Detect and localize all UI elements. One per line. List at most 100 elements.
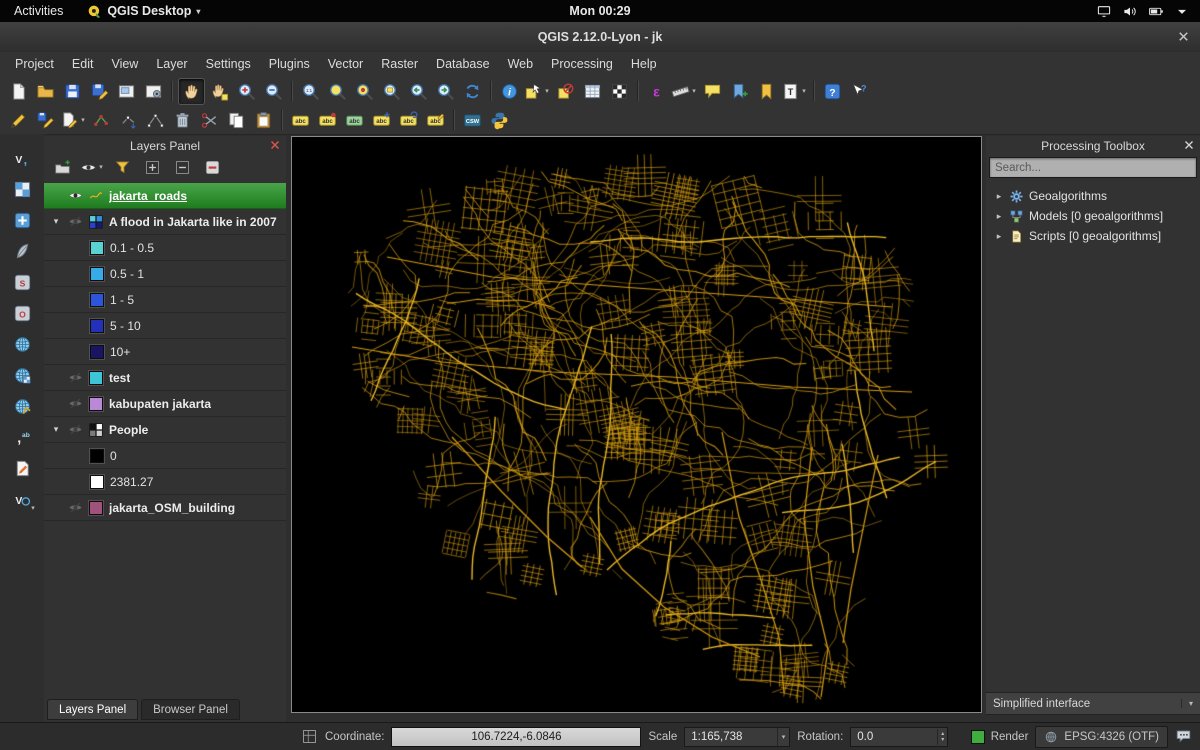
chevron-down-icon[interactable]: ▾ bbox=[777, 728, 790, 746]
add-postgis-layer-button[interactable] bbox=[9, 208, 35, 232]
show-bookmarks-button[interactable] bbox=[754, 79, 779, 104]
whats-this-button[interactable]: ? bbox=[847, 79, 872, 104]
toggle-editing-button[interactable] bbox=[6, 108, 31, 133]
zoom-to-selection-button[interactable] bbox=[352, 79, 377, 104]
add-wcs-layer-button[interactable] bbox=[9, 363, 35, 387]
expander-icon[interactable]: ▸ bbox=[994, 211, 1004, 222]
scale-combobox[interactable]: 1:165,738 ▾ bbox=[684, 727, 790, 747]
clock[interactable]: Mon 00:29 bbox=[569, 4, 630, 18]
spinner-arrows-icon[interactable]: ▴▾ bbox=[937, 729, 947, 745]
menu-database[interactable]: Database bbox=[427, 52, 499, 76]
refresh-map-button[interactable] bbox=[460, 79, 485, 104]
layer-item-a-flood-in-jakarta-like-in-2007[interactable]: ▾A flood in Jakarta like in 2007 bbox=[44, 209, 286, 235]
expander-icon[interactable]: ▸ bbox=[994, 191, 1004, 202]
legend-class-0-1-0-5[interactable]: 0.1 - 0.5 bbox=[44, 235, 286, 261]
extent-icon[interactable] bbox=[301, 728, 318, 745]
messages-button[interactable] bbox=[1175, 728, 1192, 745]
expander-icon[interactable]: ▾ bbox=[50, 424, 62, 435]
zoom-last-button[interactable] bbox=[406, 79, 431, 104]
legend-class-1-5[interactable]: 1 - 5 bbox=[44, 287, 286, 313]
menu-settings[interactable]: Settings bbox=[197, 52, 260, 76]
map-canvas[interactable] bbox=[292, 137, 981, 712]
new-project-button[interactable] bbox=[6, 79, 31, 104]
expander-icon[interactable]: ▾ bbox=[50, 216, 62, 227]
window-titlebar[interactable]: QGIS 2.12.0-Lyon - jk bbox=[0, 22, 1200, 53]
save-project-button[interactable] bbox=[60, 79, 85, 104]
status-menu-chevron-button[interactable] bbox=[1174, 3, 1190, 19]
expand-all-button[interactable] bbox=[140, 157, 165, 178]
current-edits-button[interactable]: ▾ bbox=[60, 108, 87, 133]
pan-map-button[interactable] bbox=[178, 78, 205, 105]
label-rotate-button[interactable]: abc bbox=[396, 108, 421, 133]
composer-manager-button[interactable] bbox=[141, 79, 166, 104]
map-tips-button[interactable] bbox=[700, 79, 725, 104]
select-features-button[interactable]: ▾ bbox=[524, 79, 551, 104]
zoom-next-button[interactable] bbox=[433, 79, 458, 104]
visibility-off-icon[interactable] bbox=[68, 214, 83, 229]
layer-item-test[interactable]: test bbox=[44, 365, 286, 391]
layer-item-people[interactable]: ▾People bbox=[44, 417, 286, 443]
dropdown-arrow-icon[interactable]: ▾ bbox=[690, 87, 698, 95]
layers-panel-close-button[interactable] bbox=[268, 138, 282, 152]
add-delimited-text-layer-button[interactable]: ,ab bbox=[9, 425, 35, 449]
measure-line-button[interactable]: ▾ bbox=[671, 79, 698, 104]
menu-raster[interactable]: Raster bbox=[372, 52, 427, 76]
open-project-button[interactable] bbox=[33, 79, 58, 104]
zoom-native-button[interactable]: 1:1 bbox=[298, 79, 323, 104]
visibility-off-icon[interactable] bbox=[68, 396, 83, 411]
render-checkbox[interactable] bbox=[971, 730, 985, 744]
layer-labeling-button[interactable]: abc bbox=[288, 108, 313, 133]
add-wfs-layer-button[interactable] bbox=[9, 394, 35, 418]
coordinate-input[interactable]: 106.7224,-6.0846 bbox=[391, 727, 641, 747]
menu-project[interactable]: Project bbox=[6, 52, 63, 76]
add-spatialite-layer-button[interactable] bbox=[9, 239, 35, 263]
collapse-all-button[interactable] bbox=[170, 157, 195, 178]
proc-item-geoalgorithms[interactable]: ▸Geoalgorithms bbox=[986, 186, 1200, 206]
menu-view[interactable]: View bbox=[102, 52, 147, 76]
metasearch-csw-button[interactable]: CSW bbox=[460, 108, 485, 133]
legend-class-5-10[interactable]: 5 - 10 bbox=[44, 313, 286, 339]
window-close-button[interactable] bbox=[1176, 29, 1191, 44]
app-menu[interactable]: QGIS Desktop ▾ bbox=[77, 4, 210, 19]
processing-toolbox-close-button[interactable] bbox=[1182, 138, 1196, 152]
dropdown-arrow-icon[interactable]: ▾ bbox=[543, 87, 551, 95]
layer-item-jakarta-osm-building[interactable]: jakarta_OSM_building bbox=[44, 495, 286, 521]
menu-plugins[interactable]: Plugins bbox=[260, 52, 319, 76]
label-properties-button[interactable]: abc bbox=[423, 108, 448, 133]
visibility-off-icon[interactable] bbox=[68, 370, 83, 385]
menu-vector[interactable]: Vector bbox=[319, 52, 372, 76]
rotation-spinner[interactable]: 0.0 ▴▾ bbox=[850, 727, 948, 747]
menu-processing[interactable]: Processing bbox=[542, 52, 622, 76]
menu-edit[interactable]: Edit bbox=[63, 52, 103, 76]
zoom-full-button[interactable] bbox=[325, 79, 350, 104]
add-group-button[interactable] bbox=[50, 157, 75, 178]
zoom-to-layer-button[interactable] bbox=[379, 79, 404, 104]
save-project-as-button[interactable] bbox=[87, 79, 112, 104]
field-calculator-button[interactable]: ε bbox=[644, 79, 669, 104]
legend-class-0-5-1[interactable]: 0.5 - 1 bbox=[44, 261, 286, 287]
dropdown-arrow-icon[interactable]: ▾ bbox=[29, 504, 37, 512]
tab-layers-panel[interactable]: Layers Panel bbox=[47, 699, 138, 720]
expander-icon[interactable]: ▸ bbox=[994, 231, 1004, 242]
zoom-out-button[interactable] bbox=[261, 79, 286, 104]
node-tool-button[interactable] bbox=[143, 108, 168, 133]
layer-item-jakarta-roads[interactable]: jakarta_roads bbox=[44, 183, 286, 209]
tab-browser-panel[interactable]: Browser Panel bbox=[141, 699, 240, 720]
text-annotation-button[interactable]: T▾ bbox=[781, 79, 808, 104]
volume-button[interactable] bbox=[1122, 3, 1138, 19]
layer-item-kabupaten-jakarta[interactable]: kabupaten jakarta bbox=[44, 391, 286, 417]
label-pin-button[interactable]: abc bbox=[315, 108, 340, 133]
python-console-button[interactable] bbox=[487, 108, 512, 133]
add-oracle-layer-button[interactable]: O bbox=[9, 301, 35, 325]
label-highlight-button[interactable]: abc bbox=[342, 108, 367, 133]
deselect-features-button[interactable] bbox=[553, 79, 578, 104]
manage-layer-visibility-button[interactable]: ▾ bbox=[80, 157, 105, 178]
interface-selector[interactable]: Simplified interface ▾ bbox=[986, 692, 1200, 715]
processing-search-input[interactable] bbox=[989, 157, 1197, 178]
help-contents-button[interactable]: ? bbox=[820, 79, 845, 104]
dropdown-arrow-icon[interactable]: ▾ bbox=[79, 116, 87, 124]
crs-button[interactable]: EPSG:4326 (OTF) bbox=[1035, 726, 1168, 748]
menu-help[interactable]: Help bbox=[622, 52, 666, 76]
zoom-in-button[interactable] bbox=[234, 79, 259, 104]
map-view[interactable] bbox=[291, 136, 982, 713]
